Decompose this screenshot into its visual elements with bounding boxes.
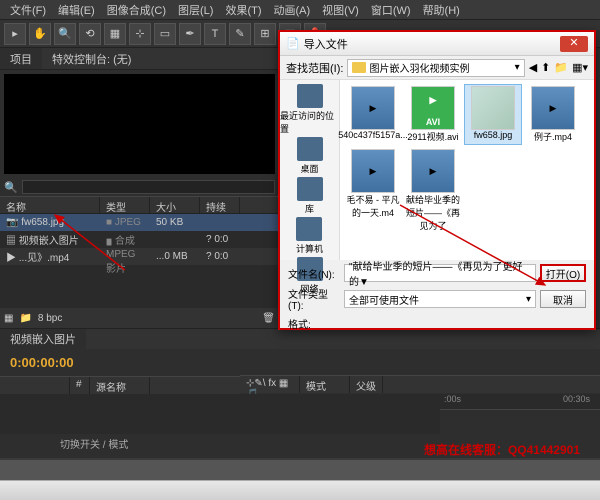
file-item[interactable]: ▶540c437f5157a... (344, 84, 402, 145)
file-item[interactable]: ▶献给毕业季的短片——《再见为了 (404, 147, 462, 234)
menu-anim[interactable]: 动画(A) (268, 2, 317, 18)
rotate-tool-icon[interactable]: ⟲ (79, 23, 101, 45)
pen-tool-icon[interactable]: ✒ (179, 23, 201, 45)
trash-icon[interactable]: 🗑 (262, 313, 275, 324)
up-icon[interactable]: ⬆ (541, 61, 550, 74)
project-row[interactable]: ▶ ...见》.mp4 ■ MPEG 影片 ...0 MB ? 0:0 (0, 248, 279, 265)
timeline-tab[interactable]: 视频嵌入图片 (0, 329, 86, 349)
place-desktop[interactable]: 桌面 (297, 137, 323, 175)
col-mode: 模式 (300, 376, 350, 393)
tab-fx-console[interactable]: 特效控制台: (无) (42, 48, 141, 69)
chevron-down-icon: ▾ (515, 62, 520, 73)
place-library[interactable]: 库 (297, 177, 323, 215)
timeline-panel: 视频嵌入图片 0:00:00:00 # 源名称 ⊹✎\ fx ▦ 🎵 模式 父级… (0, 328, 600, 458)
col-num: # (70, 377, 90, 394)
close-button[interactable]: ✕ (560, 36, 588, 52)
brush-tool-icon[interactable]: ✎ (229, 23, 251, 45)
menu-window[interactable]: 窗口(W) (365, 2, 417, 18)
project-row[interactable]: 📷 fw658.jpg ■ JPEG 50 KB (0, 214, 279, 231)
dialog-titlebar: 📄 导入文件 ✕ (280, 32, 594, 56)
filetype-label: 文件类型(T): (288, 286, 340, 312)
menu-edit[interactable]: 编辑(E) (52, 2, 101, 18)
search-icon: 🔍 (4, 181, 18, 194)
file-item[interactable]: ▶例子.mp4 (524, 84, 582, 145)
place-recent[interactable]: 最近访问的位置 (280, 84, 339, 135)
file-item-selected[interactable]: fw658.jpg (464, 84, 522, 145)
chevron-down-icon: ▾ (526, 294, 531, 305)
project-list-header: 名称 类型 大小 持续时 (0, 196, 279, 214)
col-source: 源名称 (90, 377, 150, 394)
format-label: 格式: (288, 316, 340, 331)
os-taskbar (0, 480, 600, 500)
col-dur[interactable]: 持续时 (200, 197, 240, 213)
camera-tool-icon[interactable]: ▦ (104, 23, 126, 45)
open-button[interactable]: 打开(O) (540, 264, 586, 282)
project-list: 📷 fw658.jpg ■ JPEG 50 KB ▦ 视频嵌入图片 ■ 合成 ?… (0, 214, 279, 308)
path-combo[interactable]: 图片嵌入羽化视频实例 ▾ (347, 59, 524, 77)
status-bar (0, 460, 600, 480)
menu-view[interactable]: 视图(V) (316, 2, 365, 18)
place-computer[interactable]: 计算机 (296, 217, 323, 255)
cancel-button[interactable]: 取消 (540, 290, 586, 308)
file-grid: ▶540c437f5157a... ▶AVI2911视频.avi fw658.j… (340, 80, 594, 260)
project-footer: ▦ 📁 8 bpc 🗑 (0, 308, 279, 328)
anchor-tool-icon[interactable]: ⊹ (129, 23, 151, 45)
menu-help[interactable]: 帮助(H) (417, 2, 466, 18)
folder-icon (352, 62, 366, 73)
folder-icon[interactable]: 📁 (19, 313, 31, 324)
stamp-tool-icon[interactable]: ⊞ (254, 23, 276, 45)
selection-tool-icon[interactable]: ▸ (4, 23, 26, 45)
col-size[interactable]: 大小 (150, 197, 200, 213)
back-icon[interactable]: ◀ (529, 61, 537, 74)
timeline-ruler[interactable]: :00s 00:30s (440, 394, 600, 410)
col-name[interactable]: 名称 (0, 197, 100, 213)
menu-comp[interactable]: 图像合成(C) (101, 2, 172, 18)
filename-label: 文件名(N): (288, 266, 340, 281)
menu-file[interactable]: 文件(F) (4, 2, 52, 18)
timecode-display[interactable]: 0:00:00:00 (0, 349, 240, 376)
dialog-icon: 📄 (286, 37, 300, 50)
col-type[interactable]: 类型 (100, 197, 150, 213)
file-item[interactable]: ▶AVI2911视频.avi (404, 84, 462, 145)
menu-layer[interactable]: 图层(L) (172, 2, 219, 18)
menu-effect[interactable]: 效果(T) (219, 2, 267, 18)
text-tool-icon[interactable]: T (204, 23, 226, 45)
watermark-text: 想高在线客服：QQ41442901 (424, 441, 580, 458)
file-item[interactable]: ▶毛不易 - 平凡的一天.m4 (344, 147, 402, 234)
filename-input[interactable]: "献给毕业季的短片——《再见为了更好的▼ (344, 264, 536, 282)
import-file-dialog: 📄 导入文件 ✕ 查找范围(I): 图片嵌入羽化视频实例 ▾ ◀ ⬆ 📁 ▦▾ … (278, 30, 596, 330)
tab-project[interactable]: 项目 (0, 48, 42, 69)
viewmode-icon[interactable]: ▦▾ (572, 61, 588, 74)
dialog-title: 导入文件 (304, 36, 348, 52)
menubar: 文件(F) 编辑(E) 图像合成(C) 图层(L) 效果(T) 动画(A) 视图… (0, 0, 600, 20)
project-panel: 项目 特效控制台: (无) 🔍 名称 类型 大小 持续时 📷 fw658.jpg… (0, 48, 280, 328)
newfolder-icon[interactable]: 📁 (554, 61, 568, 74)
hand-tool-icon[interactable]: ✋ (29, 23, 51, 45)
bin-icon[interactable]: ▦ (4, 313, 13, 324)
project-preview (4, 74, 275, 174)
lookup-label: 查找范围(I): (286, 60, 343, 76)
filetype-combo[interactable]: 全部可使用文件▾ (344, 290, 536, 308)
col-parent: 父级 (350, 376, 383, 393)
zoom-tool-icon[interactable]: 🔍 (54, 23, 76, 45)
places-sidebar: 最近访问的位置 桌面 库 计算机 网络 (280, 80, 340, 260)
bpc-toggle[interactable]: 8 bpc (38, 313, 62, 324)
project-search-input[interactable] (22, 180, 275, 194)
rect-tool-icon[interactable]: ▭ (154, 23, 176, 45)
